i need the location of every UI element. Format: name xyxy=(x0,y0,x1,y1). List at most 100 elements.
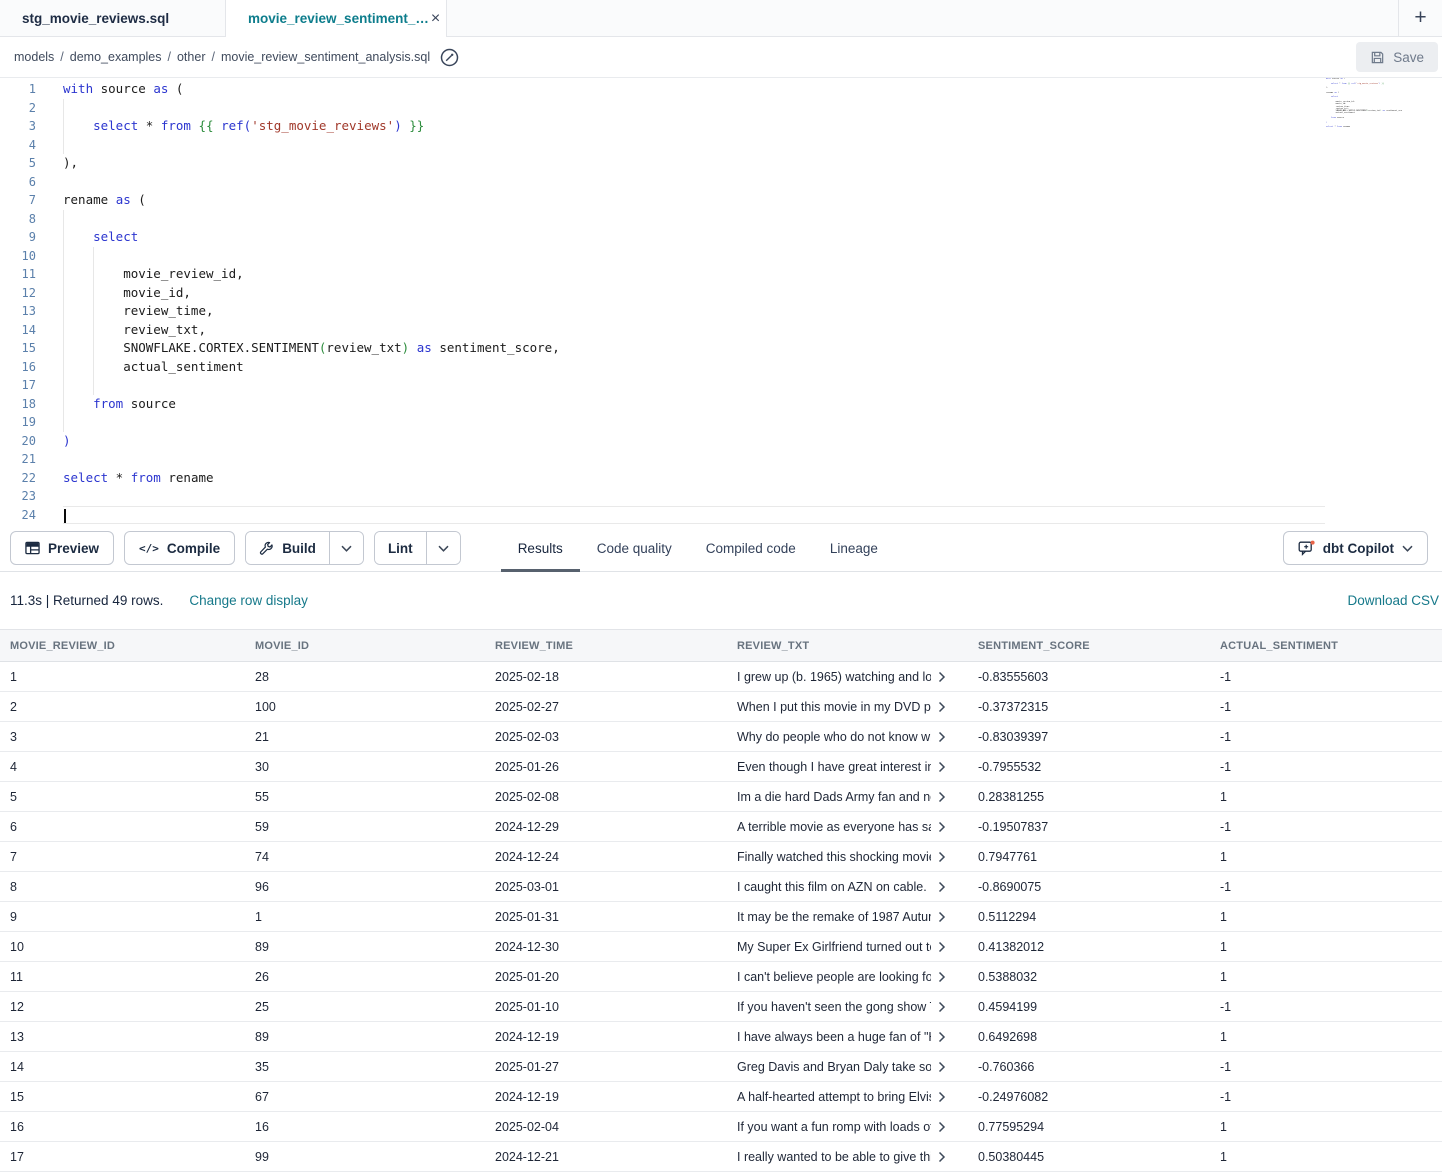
cell-sentiment-score: 0.5388032 xyxy=(968,970,1210,984)
expand-cell-icon[interactable] xyxy=(938,881,946,893)
cell-movie-id: 26 xyxy=(245,970,485,984)
expand-cell-icon[interactable] xyxy=(938,941,946,953)
tab-code-quality[interactable]: Code quality xyxy=(580,525,689,571)
line-number: 21 xyxy=(0,450,36,469)
code-line[interactable]: 10 xyxy=(0,247,1442,266)
text-caret xyxy=(64,509,66,523)
close-tab-icon[interactable]: × xyxy=(429,11,442,27)
tab-label: Compiled code xyxy=(706,541,796,556)
expand-cell-icon[interactable] xyxy=(938,971,946,983)
code-line[interactable]: 17 xyxy=(0,376,1442,395)
table-row: 6592024-12-29A terrible movie as everyon… xyxy=(0,812,1442,842)
tab-stg-movie-reviews[interactable]: stg_movie_reviews.sql xyxy=(0,0,225,36)
table-icon xyxy=(25,541,40,555)
expand-cell-icon[interactable] xyxy=(938,1061,946,1073)
cell-movie-id: 89 xyxy=(245,940,485,954)
lint-button-group: Lint xyxy=(374,531,461,565)
code-line[interactable]: 2 xyxy=(0,99,1442,118)
build-button-group: Build xyxy=(245,531,364,565)
code-line[interactable]: 18 from source xyxy=(0,395,1442,414)
lint-button[interactable]: Lint xyxy=(375,532,426,564)
table-row: 912025-01-31It may be the remake of 1987… xyxy=(0,902,1442,932)
code-line[interactable]: 9 select xyxy=(0,228,1442,247)
expand-cell-icon[interactable] xyxy=(938,671,946,683)
cell-review-txt: If you want a fun romp with loads of s… xyxy=(727,1120,968,1134)
table-row: 21002025-02-27When I put this movie in m… xyxy=(0,692,1442,722)
save-button[interactable]: Save xyxy=(1356,42,1438,72)
code-line[interactable]: 8 xyxy=(0,210,1442,229)
cell-movie-id: 96 xyxy=(245,880,485,894)
expand-cell-icon[interactable] xyxy=(938,1151,946,1163)
code-line[interactable]: 12 movie_id, xyxy=(0,284,1442,303)
editor-minimap[interactable]: with source as ( select * from {{ ref('s… xyxy=(1326,78,1402,136)
tab-results[interactable]: Results xyxy=(501,525,580,571)
expand-cell-icon[interactable] xyxy=(938,1091,946,1103)
tab-lineage[interactable]: Lineage xyxy=(813,525,895,571)
expand-cell-icon[interactable] xyxy=(938,761,946,773)
code-line[interactable]: 24 xyxy=(0,506,1442,525)
table-row: 1282025-02-18I grew up (b. 1965) watchin… xyxy=(0,662,1442,692)
table-row: 16162025-02-04If you want a fun romp wit… xyxy=(0,1112,1442,1142)
copilot-circle-icon[interactable] xyxy=(440,48,459,67)
new-tab-button[interactable]: + xyxy=(1398,0,1442,36)
build-button[interactable]: Build xyxy=(246,532,329,564)
tab-compiled-code[interactable]: Compiled code xyxy=(689,525,813,571)
cell-sentiment-score: -0.7955532 xyxy=(968,760,1210,774)
code-line[interactable]: 16 actual_sentiment xyxy=(0,358,1442,377)
cell-review-time: 2024-12-19 xyxy=(485,1030,727,1044)
cell-review-txt: I really wanted to be able to give this … xyxy=(727,1150,968,1164)
breadcrumb-segment[interactable]: models xyxy=(14,50,54,64)
expand-cell-icon[interactable] xyxy=(938,851,946,863)
expand-cell-icon[interactable] xyxy=(938,791,946,803)
expand-cell-icon[interactable] xyxy=(938,731,946,743)
cell-sentiment-score: 0.28381255 xyxy=(968,790,1210,804)
expand-cell-icon[interactable] xyxy=(938,701,946,713)
line-number: 20 xyxy=(0,432,36,451)
expand-cell-icon[interactable] xyxy=(938,821,946,833)
cell-movie-id: 25 xyxy=(245,1000,485,1014)
code-line[interactable]: 11 movie_review_id, xyxy=(0,265,1442,284)
download-csv-link[interactable]: Download CSV xyxy=(1347,593,1439,608)
code-line[interactable]: 7rename as ( xyxy=(0,191,1442,210)
line-number: 10 xyxy=(0,247,36,266)
code-editor[interactable]: 1with source as (23 select * from {{ ref… xyxy=(0,78,1442,525)
breadcrumb-segment[interactable]: demo_examples xyxy=(70,50,162,64)
cell-review-time: 2025-02-04 xyxy=(485,1120,727,1134)
code-line[interactable]: 4 xyxy=(0,136,1442,155)
code-line[interactable]: 19 xyxy=(0,413,1442,432)
code-line[interactable]: 5), xyxy=(0,154,1442,173)
code-line[interactable]: 3 select * from {{ ref('stg_movie_review… xyxy=(0,117,1442,136)
dbt-copilot-button[interactable]: dbt Copilot xyxy=(1283,531,1428,565)
compile-label: Compile xyxy=(167,541,220,556)
build-dropdown-button[interactable] xyxy=(329,532,363,564)
cell-movie-id: 21 xyxy=(245,730,485,744)
code-line[interactable]: 21 xyxy=(0,450,1442,469)
breadcrumb-segment[interactable]: other xyxy=(177,50,206,64)
cell-review-time: 2025-03-01 xyxy=(485,880,727,894)
cell-actual-sentiment: 1 xyxy=(1210,970,1442,984)
lint-dropdown-button[interactable] xyxy=(426,532,460,564)
code-line[interactable]: 23 xyxy=(0,487,1442,506)
code-line[interactable]: 6 xyxy=(0,173,1442,192)
cell-review-time: 2024-12-30 xyxy=(485,940,727,954)
preview-button[interactable]: Preview xyxy=(10,531,114,565)
compile-button[interactable]: </> Compile xyxy=(124,531,235,565)
expand-cell-icon[interactable] xyxy=(938,1121,946,1133)
expand-cell-icon[interactable] xyxy=(938,911,946,923)
code-lines[interactable]: 1with source as (23 select * from {{ ref… xyxy=(0,80,1442,524)
code-line[interactable]: 15 SNOWFLAKE.CORTEX.SENTIMENT(review_txt… xyxy=(0,339,1442,358)
code-line[interactable]: 20) xyxy=(0,432,1442,451)
expand-cell-icon[interactable] xyxy=(938,1001,946,1013)
code-line[interactable]: 14 review_txt, xyxy=(0,321,1442,340)
expand-cell-icon[interactable] xyxy=(938,1031,946,1043)
cell-actual-sentiment: 1 xyxy=(1210,940,1442,954)
tab-movie-review-sentiment[interactable]: movie_review_sentiment_… × xyxy=(225,0,447,37)
code-line[interactable]: 13 review_time, xyxy=(0,302,1442,321)
code-line[interactable]: 22select * from rename xyxy=(0,469,1442,488)
cell-sentiment-score: 0.4594199 xyxy=(968,1000,1210,1014)
cell-sentiment-score: 0.5112294 xyxy=(968,910,1210,924)
cell-movie-review-id: 14 xyxy=(0,1060,245,1074)
code-line[interactable]: 1with source as ( xyxy=(0,80,1442,99)
cell-movie-id: 30 xyxy=(245,760,485,774)
change-row-display-link[interactable]: Change row display xyxy=(189,593,308,608)
